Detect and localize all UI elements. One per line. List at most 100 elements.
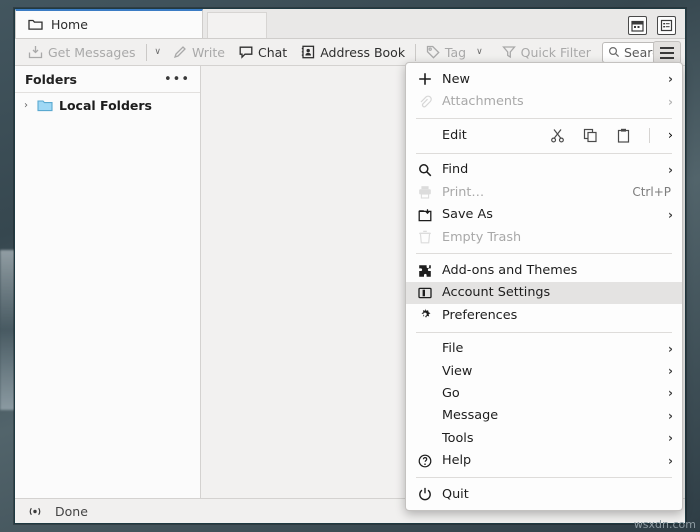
menu-item-quit[interactable]: Quit	[406, 483, 682, 505]
chevron-right-icon: ›	[668, 341, 673, 356]
folder-icon	[37, 99, 53, 112]
address-book-label: Address Book	[320, 44, 406, 60]
menu-item-new[interactable]: New ›	[406, 68, 682, 90]
chevron-right-icon: ›	[668, 162, 673, 177]
menu-item-find-label: Find	[442, 162, 469, 178]
menu-item-save-as[interactable]: Save As ›	[406, 204, 682, 226]
chevron-right-icon: ›	[668, 94, 673, 109]
folder-pane-header: Folders •••	[15, 66, 200, 93]
titlebar-buttons	[628, 16, 685, 38]
pencil-icon	[173, 45, 187, 59]
toolbar-separator-1	[145, 43, 147, 61]
search-icon	[417, 162, 433, 178]
get-messages-button[interactable]: Get Messages	[21, 41, 143, 63]
chevron-right-icon: ›	[668, 408, 673, 423]
menu-item-preferences[interactable]: Preferences	[406, 304, 682, 326]
menu-item-file-label: File	[442, 341, 464, 357]
folder-icon	[28, 18, 43, 31]
menu-item-attachments-label: Attachments	[442, 94, 524, 110]
menu-item-account-settings-label: Account Settings	[442, 285, 551, 301]
menu-item-addons-and-themes[interactable]: Add-ons and Themes	[406, 259, 682, 281]
menu-item-edit-label: Edit	[442, 128, 467, 144]
chat-label: Chat	[257, 44, 288, 60]
menu-separator-5	[416, 476, 672, 478]
funnel-icon	[501, 45, 516, 59]
copy-icon[interactable]	[583, 128, 598, 143]
folder-item-label: Local Folders	[59, 98, 152, 113]
menu-item-empty-trash[interactable]: Empty Trash	[406, 226, 682, 248]
chat-button[interactable]: Chat	[232, 41, 294, 63]
tab-strip: Home	[15, 9, 685, 39]
folder-pane-title: Folders	[25, 71, 77, 87]
menu-item-new-label: New	[442, 71, 470, 87]
tasks-icon[interactable]	[657, 16, 676, 35]
tab-home-label: Home	[51, 17, 88, 32]
search-icon	[608, 46, 620, 58]
folder-pane-more-button[interactable]: •••	[164, 72, 190, 87]
paperclip-icon	[417, 94, 433, 110]
cut-icon[interactable]	[550, 128, 565, 143]
toolbar-separator-2	[415, 43, 416, 61]
download-mail-icon	[28, 45, 43, 59]
menu-separator-4	[416, 331, 672, 333]
chevron-right-icon: ›	[668, 72, 673, 87]
tag-button[interactable]: Tag ∨	[419, 41, 495, 63]
menu-item-file[interactable]: File ›	[406, 338, 682, 360]
menu-item-print-shortcut: Ctrl+P	[632, 185, 671, 200]
chevron-right-icon: ›	[667, 128, 673, 144]
menu-item-tools[interactable]: Tools ›	[406, 427, 682, 449]
chevron-right-icon: ›	[668, 386, 673, 401]
chevron-down-icon[interactable]: ∨	[149, 47, 166, 57]
menu-separator-3	[416, 253, 672, 255]
chat-bubble-icon	[239, 45, 253, 59]
edit-tools: ›	[550, 128, 673, 144]
menu-item-message-label: Message	[442, 408, 499, 424]
chevron-right-icon: ›	[668, 364, 673, 379]
menu-item-preferences-label: Preferences	[442, 307, 518, 323]
chevron-right-icon: ›	[668, 431, 673, 446]
hamburger-icon-line-2	[660, 51, 674, 54]
menu-item-view[interactable]: View ›	[406, 360, 682, 382]
menu-item-go-label: Go	[442, 385, 460, 401]
app-menu-button[interactable]	[653, 41, 681, 64]
tab-placeholder[interactable]	[207, 12, 267, 38]
calendar-icon[interactable]	[628, 16, 647, 35]
menu-item-addons-label: Add-ons and Themes	[442, 263, 578, 279]
tab-home[interactable]: Home	[15, 9, 203, 38]
menu-item-help[interactable]: Help ›	[406, 449, 682, 471]
tag-icon	[426, 45, 440, 59]
menu-item-edit[interactable]: Edit ›	[406, 124, 682, 148]
write-button[interactable]: Write	[166, 41, 232, 63]
chevron-right-icon[interactable]: ›	[21, 100, 31, 111]
tag-chevron-down-icon[interactable]: ∨	[471, 47, 488, 57]
get-messages-label: Get Messages	[48, 44, 136, 60]
save-as-icon	[417, 207, 433, 223]
edit-tools-separator	[648, 128, 650, 144]
menu-item-print-label: Print…	[442, 184, 485, 200]
puzzle-icon	[417, 263, 433, 279]
power-icon	[417, 486, 433, 502]
menu-item-tools-label: Tools	[442, 430, 474, 446]
menu-item-find[interactable]: Find ›	[406, 159, 682, 181]
connection-icon	[27, 505, 43, 518]
menu-item-go[interactable]: Go ›	[406, 382, 682, 404]
address-book-button[interactable]: Address Book	[294, 41, 412, 63]
paste-icon[interactable]	[616, 128, 631, 143]
folder-item-local-folders[interactable]: › Local Folders	[15, 93, 200, 118]
menu-item-account-settings[interactable]: Account Settings	[406, 281, 682, 305]
write-label: Write	[191, 44, 225, 60]
quick-filter-button[interactable]: Quick Filter	[495, 41, 598, 63]
chevron-right-icon: ›	[668, 207, 673, 222]
app-menu-popup: New › Attachments › Edit › Find › Print……	[405, 62, 683, 512]
hamburger-icon-line-1	[660, 46, 674, 49]
menu-item-view-label: View	[442, 363, 473, 379]
folder-pane: Folders ••• › Local Folders	[15, 66, 201, 498]
menu-item-quit-label: Quit	[442, 486, 469, 502]
quick-filter-label: Quick Filter	[520, 44, 591, 60]
menu-item-message[interactable]: Message ›	[406, 405, 682, 427]
hamburger-icon-line-3	[660, 56, 674, 59]
menu-item-print[interactable]: Print… Ctrl+P	[406, 181, 682, 203]
status-text: Done	[55, 503, 88, 519]
menu-item-attachments[interactable]: Attachments ›	[406, 90, 682, 112]
watermark: wsxdn.com	[633, 518, 696, 531]
